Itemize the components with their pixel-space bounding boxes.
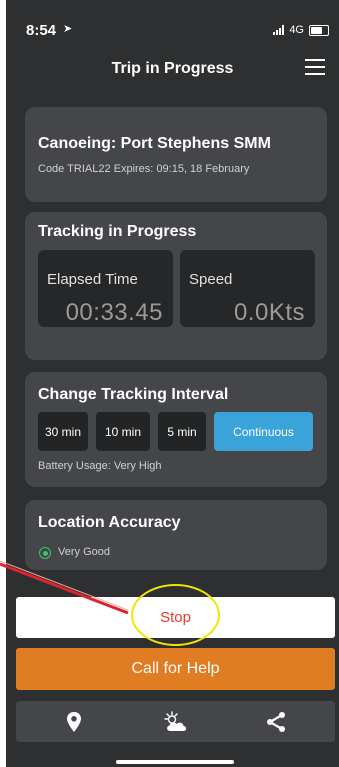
call-for-help-button[interactable]: Call for Help: [16, 648, 335, 690]
app-screen: 8:54 ➤ 4G Trip in Progress Canoeing: Por…: [6, 0, 339, 767]
interval-5-min-button[interactable]: 5 min: [158, 412, 206, 451]
page-title: Trip in Progress: [111, 60, 234, 77]
signal-icon: [273, 25, 285, 35]
interval-continuous-button[interactable]: Continuous: [214, 412, 313, 451]
network-type: 4G: [289, 24, 304, 36]
tracking-card: Tracking in Progress Elapsed Time 00:33.…: [25, 212, 327, 360]
accuracy-value: Very Good: [58, 546, 110, 558]
tracking-interval-card: Change Tracking Interval 30 min 10 min 5…: [25, 372, 327, 487]
status-indicators: 4G: [273, 24, 329, 36]
interval-10-min-button[interactable]: 10 min: [96, 412, 150, 451]
trip-subtitle: Code TRIAL22 Expires: 09:15, 18 February: [38, 163, 250, 175]
elapsed-time-value: 00:33.45: [65, 299, 163, 326]
bottom-tab-bar: [16, 701, 335, 742]
speed-value: 0.0Kts: [233, 299, 305, 326]
elapsed-time-panel: Elapsed Time 00:33.45: [38, 250, 173, 327]
interval-title: Change Tracking Interval: [38, 386, 229, 403]
battery-usage-text: Battery Usage: Very High: [38, 460, 162, 472]
share-icon[interactable]: [246, 701, 306, 742]
speed-panel: Speed 0.0Kts: [180, 250, 315, 327]
status-time: 8:54: [26, 22, 57, 39]
speed-label: Speed: [189, 271, 233, 288]
accuracy-title: Location Accuracy: [38, 514, 181, 531]
location-accuracy-card: Location Accuracy Very Good: [25, 500, 327, 570]
interval-30-min-button[interactable]: 30 min: [38, 412, 88, 451]
elapsed-time-label: Elapsed Time: [47, 271, 138, 288]
battery-icon: [309, 24, 329, 36]
tracking-title: Tracking in Progress: [38, 223, 197, 240]
trip-title: Canoeing: Port Stephens SMM: [38, 135, 271, 152]
weather-icon[interactable]: [146, 701, 206, 742]
hamburger-menu-icon[interactable]: [305, 59, 325, 75]
stop-button[interactable]: Stop: [16, 597, 335, 638]
home-indicator: [116, 760, 234, 764]
status-bar: 8:54 ➤ 4G: [6, 0, 339, 42]
trip-card: Canoeing: Port Stephens SMM Code TRIAL22…: [25, 107, 327, 202]
map-pin-icon[interactable]: [44, 701, 104, 742]
radio-selected-icon: [39, 547, 51, 559]
location-arrow-icon: ➤: [63, 23, 73, 35]
